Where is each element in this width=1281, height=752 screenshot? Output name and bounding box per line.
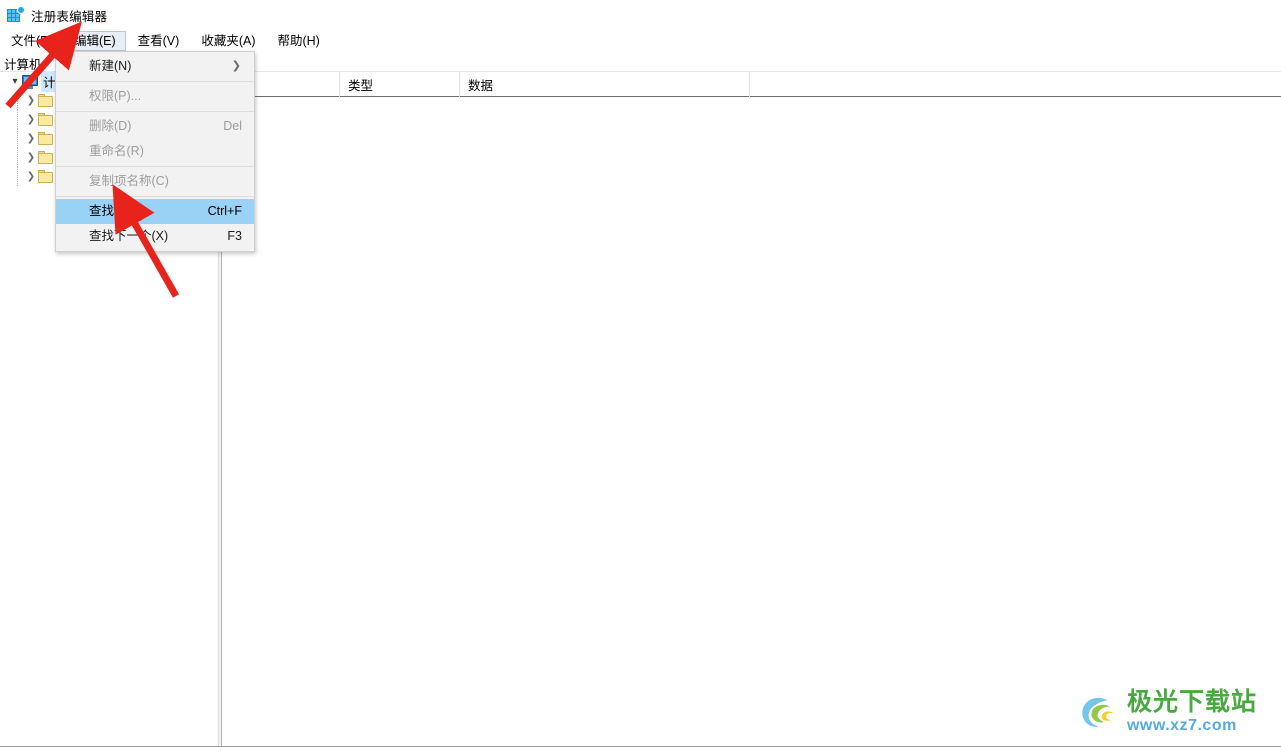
- menu-item-copy-key-name[interactable]: 复制项名称(C): [56, 169, 254, 194]
- menu-separator: [56, 166, 254, 167]
- menu-help[interactable]: 帮助(H): [267, 31, 329, 51]
- menu-item-label: 查找下一个(X): [89, 229, 169, 243]
- menu-favorites[interactable]: 收藏夹(A): [191, 31, 265, 51]
- folder-icon: [38, 93, 55, 108]
- menu-item-new[interactable]: 新建(N) ❯: [56, 54, 254, 79]
- menu-item-label: 删除(D): [89, 119, 132, 133]
- menu-item-rename[interactable]: 重命名(R): [56, 139, 254, 164]
- menu-item-label: 权限(P)...: [89, 89, 142, 103]
- column-header-data[interactable]: 数据: [460, 72, 750, 97]
- menu-separator: [56, 81, 254, 82]
- site-watermark: 极光下载站 www.xz7.com: [1077, 690, 1257, 734]
- chevron-right-icon[interactable]: ❯: [24, 110, 38, 129]
- menu-item-find-next[interactable]: 查找下一个(X) F3: [56, 224, 254, 249]
- menu-item-shortcut: F3: [227, 229, 242, 243]
- chevron-right-icon[interactable]: ❯: [24, 129, 38, 148]
- folder-icon: [38, 112, 55, 127]
- menu-edit[interactable]: 编辑(E): [63, 30, 126, 51]
- registry-editor-icon: [7, 7, 24, 23]
- chevron-right-icon[interactable]: ❯: [24, 148, 38, 167]
- menu-item-permissions[interactable]: 权限(P)...: [56, 84, 254, 109]
- menu-item-label: 重命名(R): [89, 144, 144, 158]
- tree-connector-line: [17, 91, 19, 110]
- column-header-type[interactable]: 类型: [340, 72, 460, 97]
- menu-item-delete[interactable]: 删除(D) Del: [56, 114, 254, 139]
- folder-icon: [38, 131, 55, 146]
- status-bar: [0, 746, 1281, 752]
- chevron-right-icon[interactable]: ❯: [24, 167, 38, 186]
- aurora-logo-icon: [1082, 697, 1114, 727]
- tree-connector-line: [17, 148, 19, 167]
- menu-view[interactable]: 查看(V): [128, 31, 190, 51]
- menu-separator: [56, 111, 254, 112]
- menu-separator: [56, 196, 254, 197]
- values-list-body[interactable]: [222, 97, 1281, 746]
- chevron-right-icon[interactable]: ❯: [24, 91, 38, 110]
- menu-file[interactable]: 文件(F): [1, 31, 62, 51]
- folder-icon: [38, 169, 55, 184]
- address-bar-text: 计算机: [4, 58, 42, 72]
- window-title: 注册表编辑器: [31, 9, 108, 24]
- menu-item-shortcut: Del: [223, 119, 242, 133]
- watermark-title: 极光下载站: [1126, 688, 1257, 716]
- folder-icon: [38, 150, 55, 165]
- menu-item-label: 新建(N): [89, 59, 132, 73]
- menu-item-find[interactable]: 查找(F)... Ctrl+F: [56, 199, 254, 224]
- watermark-url: www.xz7.com: [1126, 717, 1237, 734]
- menu-item-label: 查找(F)...: [89, 204, 141, 218]
- computer-monitor-icon: [22, 74, 38, 89]
- tree-connector-line: [17, 129, 19, 148]
- menu-item-label: 复制项名称(C): [89, 174, 169, 188]
- edit-dropdown-menu[interactable]: 新建(N) ❯ 权限(P)... 删除(D) Del 重命名(R) 复制项名称(…: [55, 51, 255, 252]
- chevron-down-icon[interactable]: ▾: [8, 72, 22, 91]
- values-column-header: 类型 数据: [222, 72, 1281, 97]
- menu-bar: 文件(F) 编辑(E) 查看(V) 收藏夹(A) 帮助(H): [0, 30, 1281, 52]
- registry-values-pane[interactable]: 类型 数据: [222, 72, 1281, 746]
- tree-connector-line: [17, 110, 19, 129]
- window-title-bar: 注册表编辑器: [0, 0, 1281, 30]
- chevron-right-icon: ❯: [231, 60, 241, 72]
- menu-item-shortcut: Ctrl+F: [207, 204, 242, 218]
- tree-connector-line: [17, 167, 19, 186]
